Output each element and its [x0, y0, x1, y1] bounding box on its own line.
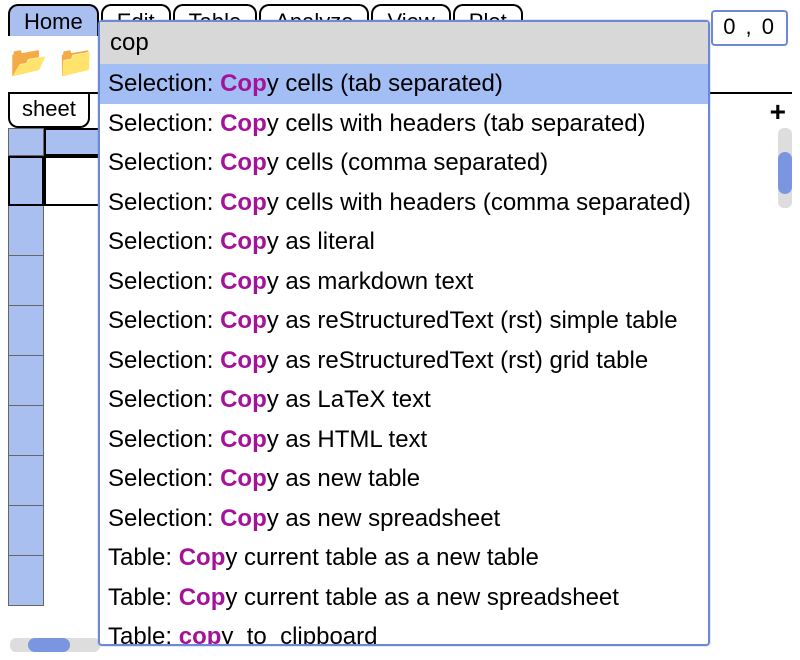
- row-header[interactable]: [8, 256, 44, 306]
- command-palette-item[interactable]: Selection: Copy as markdown text: [100, 262, 708, 302]
- command-palette-item[interactable]: Selection: Copy cells (tab separated): [100, 64, 708, 104]
- row-header[interactable]: [8, 556, 44, 606]
- row-headers: [8, 156, 44, 652]
- command-palette-item[interactable]: Selection: Copy cells (comma separated): [100, 143, 708, 183]
- row-header[interactable]: [8, 506, 44, 556]
- v-scroll-thumb[interactable]: [778, 152, 792, 194]
- ribbon-tab-home[interactable]: Home: [8, 4, 99, 36]
- corner-cell[interactable]: [8, 128, 44, 156]
- command-palette-item[interactable]: Selection: Copy as new spreadsheet: [100, 499, 708, 539]
- command-palette-item[interactable]: Selection: Copy cells with headers (comm…: [100, 183, 708, 223]
- open-tab-icon[interactable]: 📂: [8, 45, 49, 80]
- row-header[interactable]: [8, 406, 44, 456]
- command-palette-item[interactable]: Selection: Copy as HTML text: [100, 420, 708, 460]
- command-palette-input[interactable]: [100, 22, 708, 64]
- command-palette-item[interactable]: Selection: Copy as new table: [100, 459, 708, 499]
- command-palette-item[interactable]: Table: Copy current table as a new sprea…: [100, 578, 708, 618]
- row-header[interactable]: [8, 356, 44, 406]
- column-header[interactable]: [44, 128, 104, 156]
- horizontal-scrollbar[interactable]: [10, 638, 100, 652]
- row-header[interactable]: [8, 206, 44, 256]
- vertical-scrollbar[interactable]: [778, 128, 792, 208]
- command-palette-list: Selection: Copy cells (tab separated)Sel…: [100, 64, 708, 644]
- command-palette-item[interactable]: Selection: Copy as literal: [100, 222, 708, 262]
- row-header[interactable]: [8, 306, 44, 356]
- sheet-tab[interactable]: sheet: [8, 94, 90, 128]
- h-scroll-thumb[interactable]: [28, 638, 70, 652]
- open-sheet-icon[interactable]: 📁: [55, 45, 96, 80]
- active-cell[interactable]: [44, 156, 104, 206]
- command-palette-item[interactable]: Selection: Copy as reStructuredText (rst…: [100, 301, 708, 341]
- command-palette-item[interactable]: Selection: Copy as reStructuredText (rst…: [100, 341, 708, 381]
- command-palette-item[interactable]: Table: copy_to_clipboard: [100, 617, 708, 644]
- command-palette-item[interactable]: Table: Copy current table as a new table: [100, 538, 708, 578]
- add-sheet-button[interactable]: +: [770, 96, 792, 128]
- row-header[interactable]: [8, 156, 44, 206]
- command-palette-item[interactable]: Selection: Copy as LaTeX text: [100, 380, 708, 420]
- command-palette: Selection: Copy cells (tab separated)Sel…: [98, 20, 710, 646]
- command-palette-item[interactable]: Selection: Copy cells with headers (tab …: [100, 104, 708, 144]
- cursor-position: 0 , 0: [711, 10, 788, 46]
- row-header[interactable]: [8, 456, 44, 506]
